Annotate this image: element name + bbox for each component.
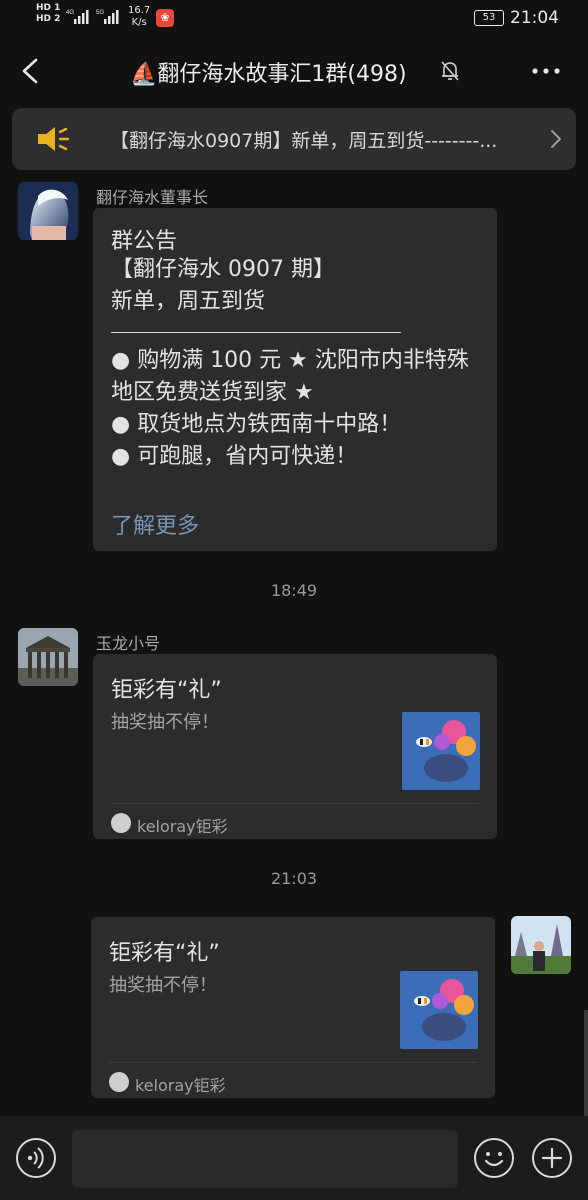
sender-name: 玉龙小号 xyxy=(96,634,161,653)
chevron-left-icon[interactable] xyxy=(16,56,44,86)
card-divider xyxy=(109,1062,477,1063)
plus-icon xyxy=(541,1147,563,1169)
scrollbar[interactable] xyxy=(584,1010,588,1116)
dual-sim-indicator: HD 1 HD 2 xyxy=(36,3,60,25)
source-logo-icon xyxy=(109,1072,129,1092)
pinned-announcement-bar[interactable]: 【翻仔海水0907期】新单，周五到货--------... xyxy=(12,108,576,170)
message-input[interactable] xyxy=(72,1130,458,1188)
input-bar xyxy=(0,1116,588,1200)
avatar[interactable] xyxy=(18,628,78,686)
announcement-divider xyxy=(111,332,401,333)
app-notification-icon: ❀ xyxy=(156,9,174,27)
avatar-image xyxy=(18,182,78,240)
emoji-icon xyxy=(484,1152,504,1167)
announcement-bullet: ● 可跑腿，省内可快递！ xyxy=(111,444,358,469)
sim2-label: HD 2 xyxy=(36,14,61,24)
more-dots-icon[interactable] xyxy=(530,66,562,76)
chevron-right-icon xyxy=(551,130,561,148)
source-logo-icon xyxy=(111,813,131,833)
announcement-line: 【翻仔海水 0907 期】 xyxy=(111,257,335,282)
timestamp: 18:49 xyxy=(270,581,318,600)
thumbnail-image xyxy=(400,971,478,1049)
link-card-self[interactable]: 钜彩有“礼” 抽奖抽不停！ keloray钜彩 xyxy=(91,917,495,1098)
announcement-bullet: ● 取货地点为铁西南十中路！ xyxy=(111,412,402,437)
avatar-image xyxy=(511,916,571,974)
card-description: 抽奖抽不停！ xyxy=(109,975,217,996)
emoji-button[interactable] xyxy=(474,1138,514,1178)
announcement-bullet: ● 购物满 100 元 ★ 沈阳市内非特殊地区免费送货到家 ★ xyxy=(111,348,469,405)
card-thumbnail xyxy=(400,971,478,1049)
thumbnail-image xyxy=(402,712,480,790)
avatar-image xyxy=(18,628,78,686)
announcement-body: 【翻仔海水 0907 期】 新单，周五到货 ● 购物满 100 元 ★ 沈阳市内… xyxy=(111,254,487,473)
status-bar: HD 1 HD 2 4G 5G 16.7 K/s ❀ 53 21:04 xyxy=(0,0,588,38)
card-source: keloray钜彩 xyxy=(137,817,228,836)
avatar[interactable] xyxy=(18,182,78,240)
status-time: 21:04 xyxy=(510,8,559,28)
more-actions-button[interactable] xyxy=(532,1138,572,1178)
link-card[interactable]: 钜彩有“礼” 抽奖抽不停！ keloray钜彩 xyxy=(93,654,497,839)
bell-off-icon xyxy=(441,61,459,81)
card-divider xyxy=(111,803,479,804)
speed-value: 16.7 xyxy=(128,5,151,16)
net1-label: 4G xyxy=(66,10,74,16)
speed-unit: K/s xyxy=(131,17,147,28)
announcement-line: 新单，周五到货 xyxy=(111,289,266,314)
signal-5g-icon: 5G xyxy=(96,10,119,24)
announcement-preview: 【翻仔海水0907期】新单，周五到货--------... xyxy=(110,130,498,152)
announcement-bubble[interactable]: 群公告 【翻仔海水 0907 期】 新单，周五到货 ● 购物满 100 元 ★ … xyxy=(93,208,497,551)
learn-more-link[interactable]: 了解更多 xyxy=(111,508,199,540)
chat-header: ⛵翻仔海水故事汇1群(498) xyxy=(0,40,588,102)
card-description: 抽奖抽不停！ xyxy=(111,712,219,733)
timestamp: 21:03 xyxy=(270,869,318,888)
sender-name: 翻仔海水董事长 xyxy=(96,188,209,207)
signal-4g-icon: 4G xyxy=(66,10,89,24)
voice-button[interactable] xyxy=(16,1138,56,1178)
voice-icon xyxy=(27,1147,44,1169)
card-title: 钜彩有“礼” xyxy=(109,941,220,966)
battery-indicator: 53 xyxy=(474,10,504,26)
card-source: keloray钜彩 xyxy=(135,1076,226,1095)
net2-label: 5G xyxy=(96,10,104,16)
sim1-label: HD 1 xyxy=(36,3,61,13)
network-speed: 16.7 K/s xyxy=(128,5,150,29)
speaker-icon xyxy=(38,127,70,151)
card-thumbnail xyxy=(402,712,480,790)
chat-title: ⛵翻仔海水故事汇1群(498) xyxy=(130,62,407,87)
card-title: 钜彩有“礼” xyxy=(111,678,222,703)
my-avatar[interactable] xyxy=(511,916,571,974)
